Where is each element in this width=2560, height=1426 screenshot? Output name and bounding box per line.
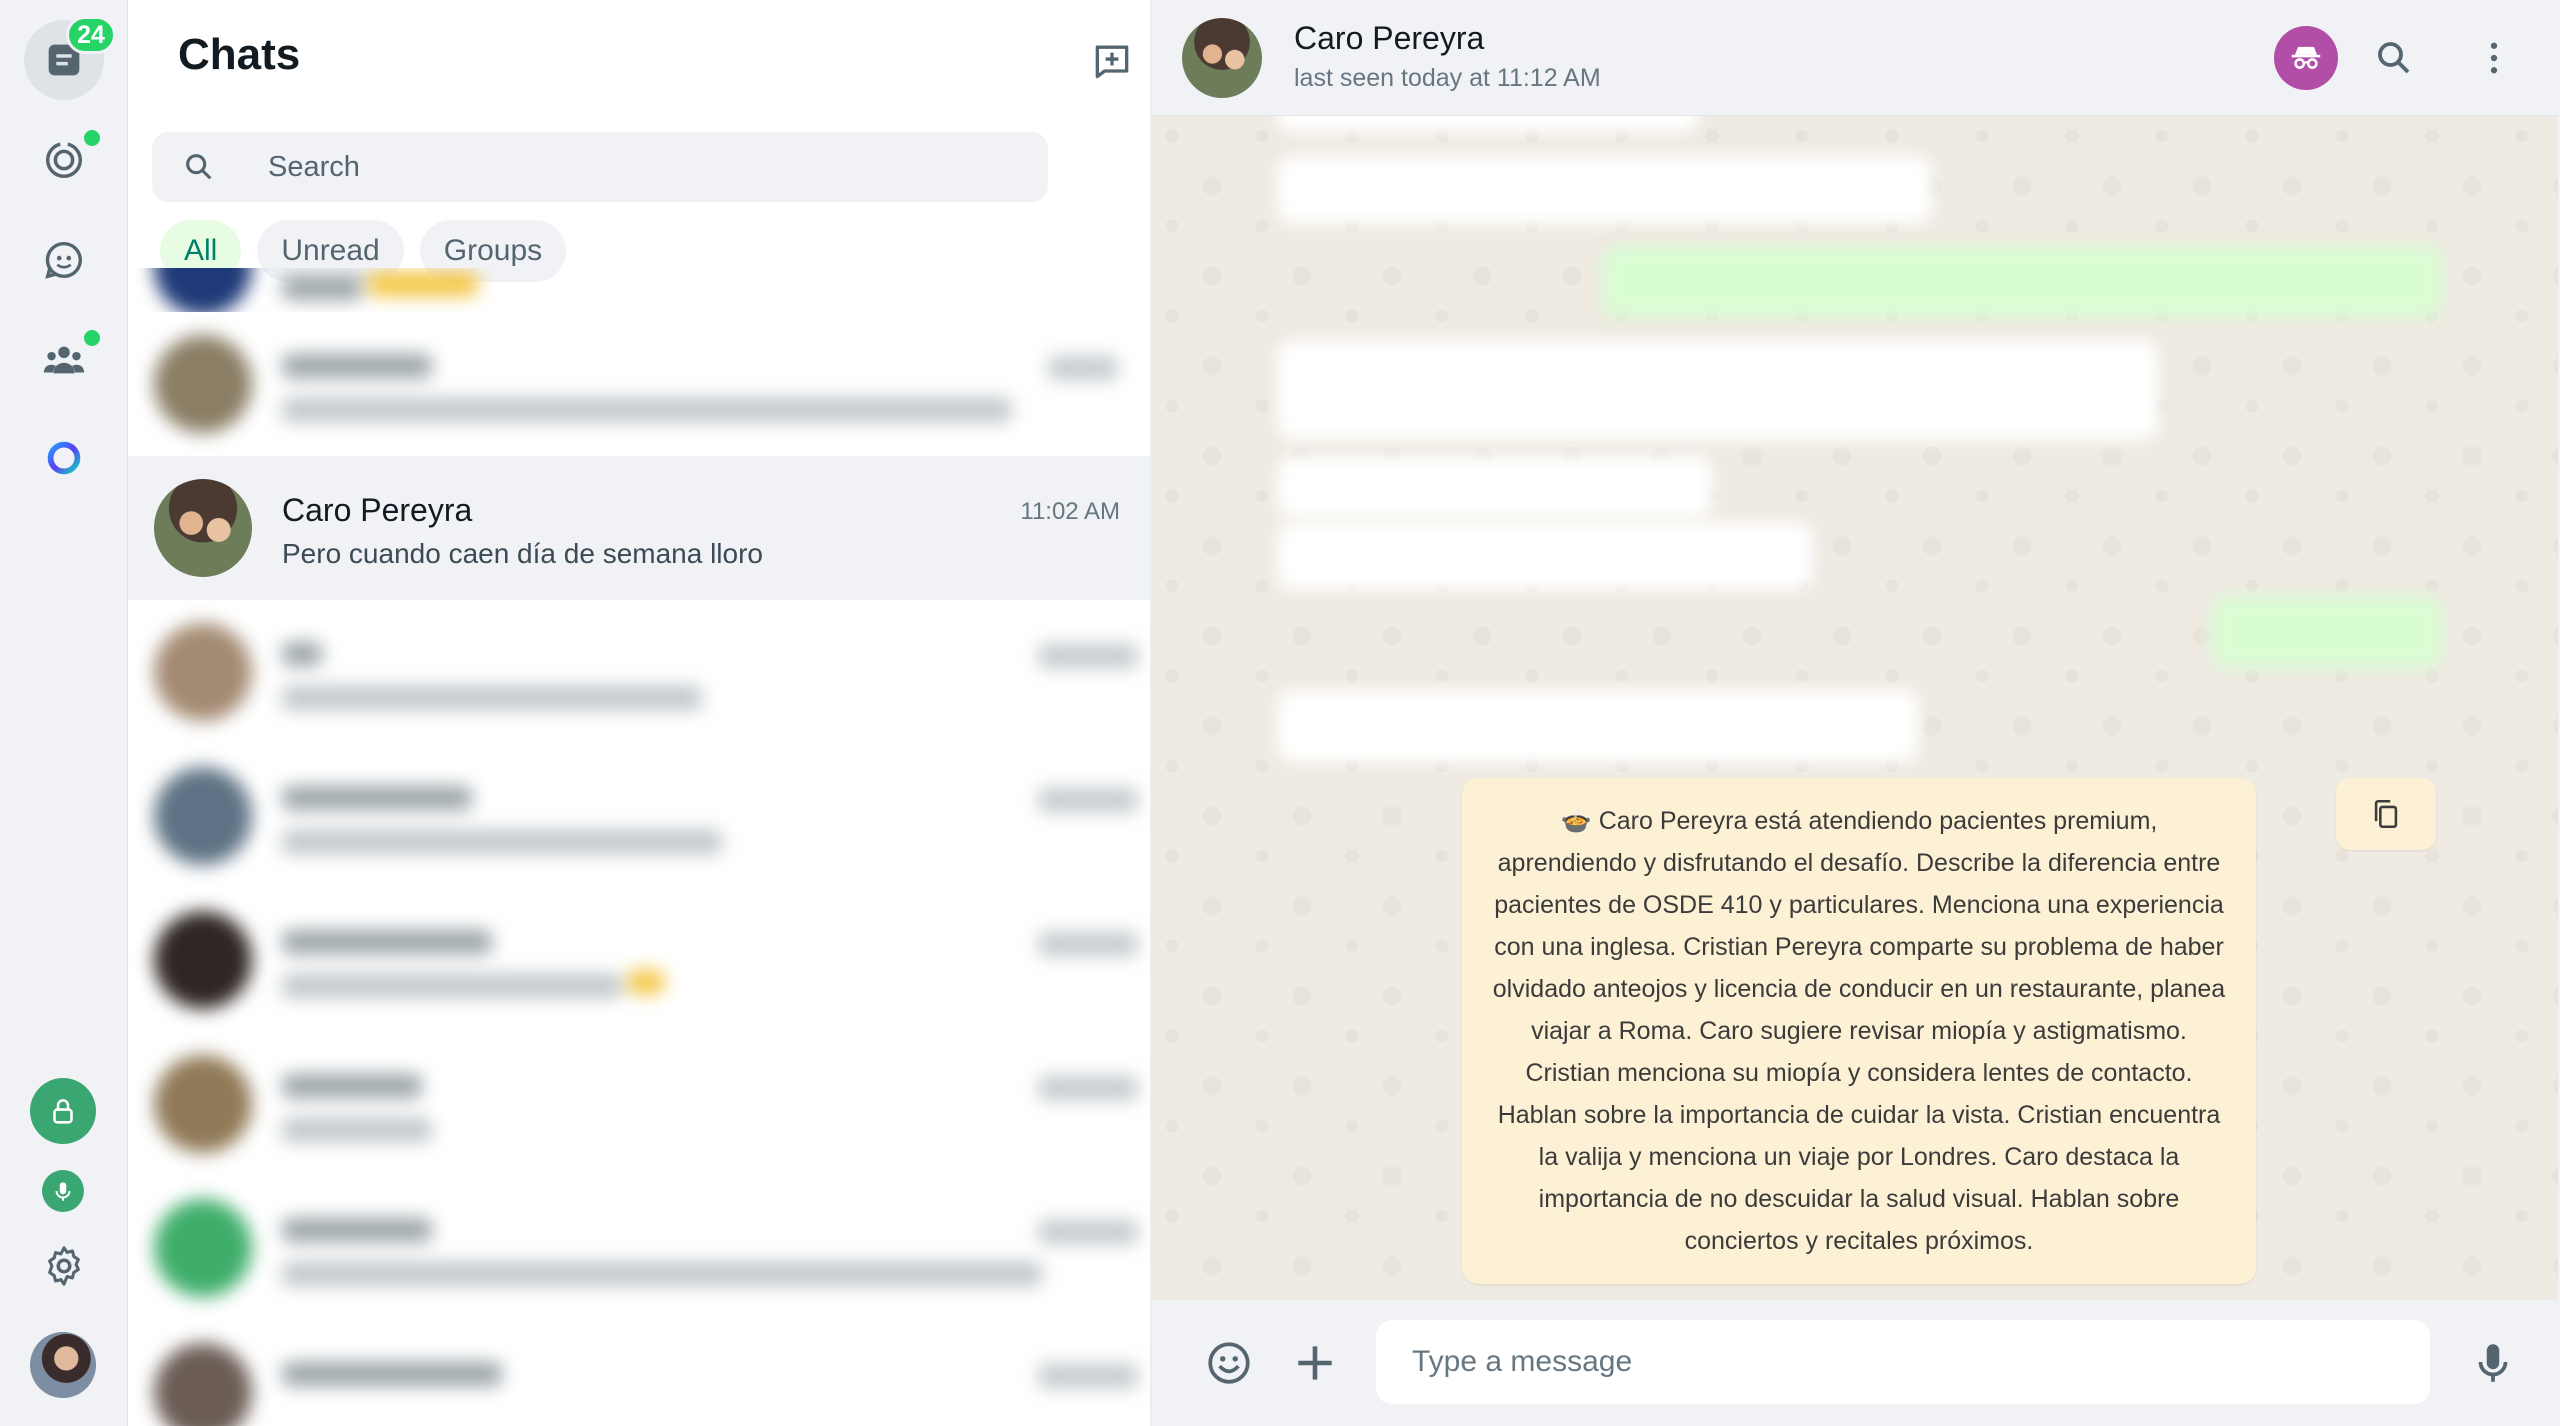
gear-icon bbox=[48, 1246, 80, 1286]
message-bubble-blurred bbox=[1602, 246, 2442, 318]
search-icon bbox=[2378, 42, 2410, 74]
chat-menu-button[interactable] bbox=[2464, 28, 2524, 88]
chat-row-blurred[interactable] bbox=[128, 1320, 1150, 1426]
channels-icon bbox=[45, 241, 82, 279]
message-bubble-blurred bbox=[1278, 456, 1712, 518]
chat-name: Caro Pereyra bbox=[282, 492, 473, 528]
chat-row-blurred[interactable] bbox=[128, 600, 1150, 744]
plus-icon bbox=[1298, 1346, 1332, 1380]
search-icon bbox=[186, 154, 212, 180]
incognito-icon bbox=[2291, 46, 2321, 69]
composer bbox=[1152, 1300, 2558, 1426]
unread-badge: 24 bbox=[66, 16, 116, 54]
meta-ai-ring-icon bbox=[47, 441, 81, 475]
app: 24 Chats Search All Unread Groups Caro P… bbox=[0, 0, 2560, 1426]
status-icon bbox=[45, 141, 83, 179]
status-update-dot bbox=[84, 130, 100, 146]
chat-summary-card: 🍲 Caro Pereyra está atendiendo pacientes… bbox=[1462, 778, 2256, 1284]
lock-icon bbox=[53, 1099, 73, 1124]
chat-row-blurred[interactable] bbox=[128, 268, 1150, 312]
new-chat-icon bbox=[1095, 45, 1129, 79]
chat-row-selected[interactable]: Caro Pereyra Pero cuando caen día de sem… bbox=[128, 456, 1150, 600]
communities-icon bbox=[43, 346, 85, 374]
conversation-header[interactable]: Caro Pereyra last seen today at 11:12 AM bbox=[1152, 0, 2558, 116]
kebab-menu-icon bbox=[2490, 42, 2498, 74]
nav-rail: 24 bbox=[0, 0, 128, 1426]
settings-nav-button[interactable] bbox=[24, 1226, 104, 1306]
voice-message-button[interactable] bbox=[2460, 1330, 2526, 1396]
chat-rows: Caro Pereyra Pero cuando caen día de sem… bbox=[128, 268, 1150, 1426]
search-in-chat-button[interactable] bbox=[2364, 28, 2424, 88]
chat-row-blurred[interactable] bbox=[128, 888, 1150, 1032]
chats-title: Chats bbox=[178, 30, 301, 79]
chat-row-blurred[interactable] bbox=[128, 1032, 1150, 1176]
incognito-button[interactable] bbox=[2274, 26, 2338, 90]
chat-row-blurred[interactable] bbox=[128, 312, 1150, 456]
message-bubble-blurred bbox=[1278, 522, 1812, 590]
contact-avatar[interactable] bbox=[1182, 18, 1262, 98]
search-bar[interactable] bbox=[152, 132, 1048, 202]
emoji-button[interactable] bbox=[1196, 1330, 1262, 1396]
copy-icon bbox=[2374, 799, 2398, 829]
last-seen-status: last seen today at 11:12 AM bbox=[1294, 64, 1601, 92]
channels-nav-button[interactable] bbox=[24, 220, 104, 300]
lock-button[interactable] bbox=[30, 1078, 96, 1144]
chat-row-blurred[interactable] bbox=[128, 744, 1150, 888]
mic-icon bbox=[2478, 1344, 2508, 1382]
mic-badge-icon bbox=[55, 1182, 71, 1201]
chat-row-blurred[interactable] bbox=[128, 1176, 1150, 1320]
chat-time: 11:02 AM bbox=[1020, 498, 1120, 525]
search-input[interactable] bbox=[268, 150, 968, 184]
copy-summary-button[interactable] bbox=[2336, 778, 2436, 850]
voice-button[interactable] bbox=[42, 1170, 84, 1212]
profile-avatar[interactable] bbox=[30, 1332, 96, 1398]
message-bubble-blurred bbox=[2212, 596, 2442, 668]
message-input[interactable] bbox=[1376, 1320, 2430, 1404]
chat-last-message: Pero cuando caen día de semana lloro bbox=[282, 538, 763, 569]
attach-button[interactable] bbox=[1282, 1330, 1348, 1396]
communities-update-dot bbox=[84, 330, 100, 346]
chat-list-panel: Chats All Unread Groups bbox=[128, 0, 1152, 1426]
conversation-panel: Caro Pereyra last seen today at 11:12 AM… bbox=[1152, 0, 2558, 1426]
contact-avatar bbox=[154, 479, 252, 577]
new-chat-button[interactable] bbox=[1080, 30, 1144, 90]
message-bubble-blurred bbox=[1278, 156, 1932, 224]
emoji-icon bbox=[1208, 1342, 1250, 1384]
contact-name: Caro Pereyra bbox=[1294, 20, 1485, 56]
message-bubble-blurred bbox=[1278, 340, 2158, 440]
meta-ai-nav-button[interactable] bbox=[24, 418, 104, 498]
message-bubble-blurred bbox=[1278, 690, 1918, 762]
